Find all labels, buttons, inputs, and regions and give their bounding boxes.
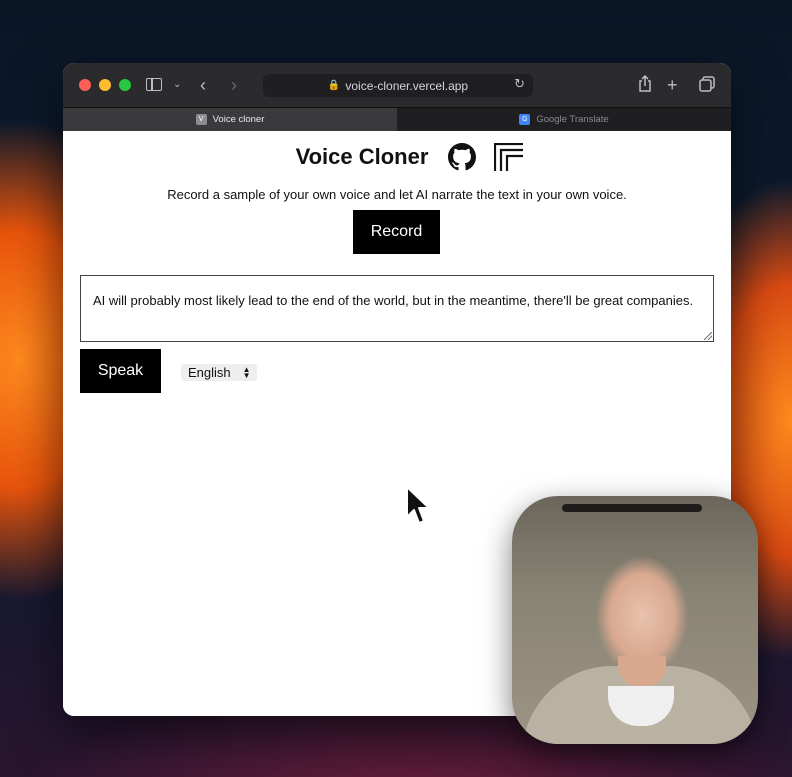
record-button[interactable]: Record — [353, 210, 440, 254]
brand-logo-icon[interactable] — [494, 143, 524, 171]
speak-button[interactable]: Speak — [80, 349, 161, 393]
plus-icon[interactable]: + — [667, 75, 678, 95]
tab-bar: V Voice cloner G Google Translate — [63, 107, 731, 131]
google-translate-icon: G — [519, 114, 531, 125]
forward-arrow-icon[interactable]: › — [231, 75, 237, 95]
tabs-icon[interactable] — [699, 76, 715, 92]
page-subtitle: Record a sample of your own voice and le… — [167, 187, 627, 202]
narration-text-value: AI will probably most likely lead to the… — [93, 293, 694, 308]
webcam-overlay — [512, 496, 758, 744]
tab-voice-cloner[interactable]: V Voice cloner — [63, 108, 397, 131]
tab-label: Google Translate — [536, 114, 609, 125]
tab-favicon: V — [195, 114, 207, 125]
lock-icon: 🔒 — [327, 80, 341, 91]
window-controls — [79, 79, 131, 91]
header: Voice Cloner — [63, 143, 731, 171]
address-bar[interactable]: 🔒 voice-cloner.vercel.app ↻ — [263, 74, 533, 97]
resize-handle[interactable] — [704, 332, 712, 340]
chevron-down-icon[interactable]: ⌄ — [173, 75, 181, 95]
share-icon[interactable] — [637, 75, 653, 93]
tab-label: Voice cloner — [212, 114, 265, 125]
webcam-background-object — [562, 504, 702, 512]
url-text: voice-cloner.vercel.app — [345, 78, 469, 93]
zoom-window-button[interactable] — [119, 79, 131, 91]
select-arrows-icon: ▲ ▼ — [242, 364, 251, 380]
minimize-window-button[interactable] — [99, 79, 111, 91]
tab-google-translate[interactable]: G Google Translate — [397, 108, 731, 131]
sidebar-toggle-icon[interactable] — [146, 78, 162, 91]
browser-toolbar: ⌄ ‹ › 🔒 voice-cloner.vercel.app ↻ + — [63, 63, 731, 107]
language-select[interactable]: English ▲ ▼ — [181, 364, 257, 381]
page-title: Voice Cloner — [295, 144, 429, 169]
mouse-cursor-icon — [406, 486, 430, 524]
language-selected-value: English — [188, 365, 231, 380]
reload-icon[interactable]: ↻ — [514, 76, 525, 92]
github-icon[interactable] — [448, 143, 477, 171]
back-arrow-icon[interactable]: ‹ — [200, 75, 206, 95]
close-window-button[interactable] — [79, 79, 91, 91]
narration-text-input[interactable]: AI will probably most likely lead to the… — [80, 275, 714, 342]
